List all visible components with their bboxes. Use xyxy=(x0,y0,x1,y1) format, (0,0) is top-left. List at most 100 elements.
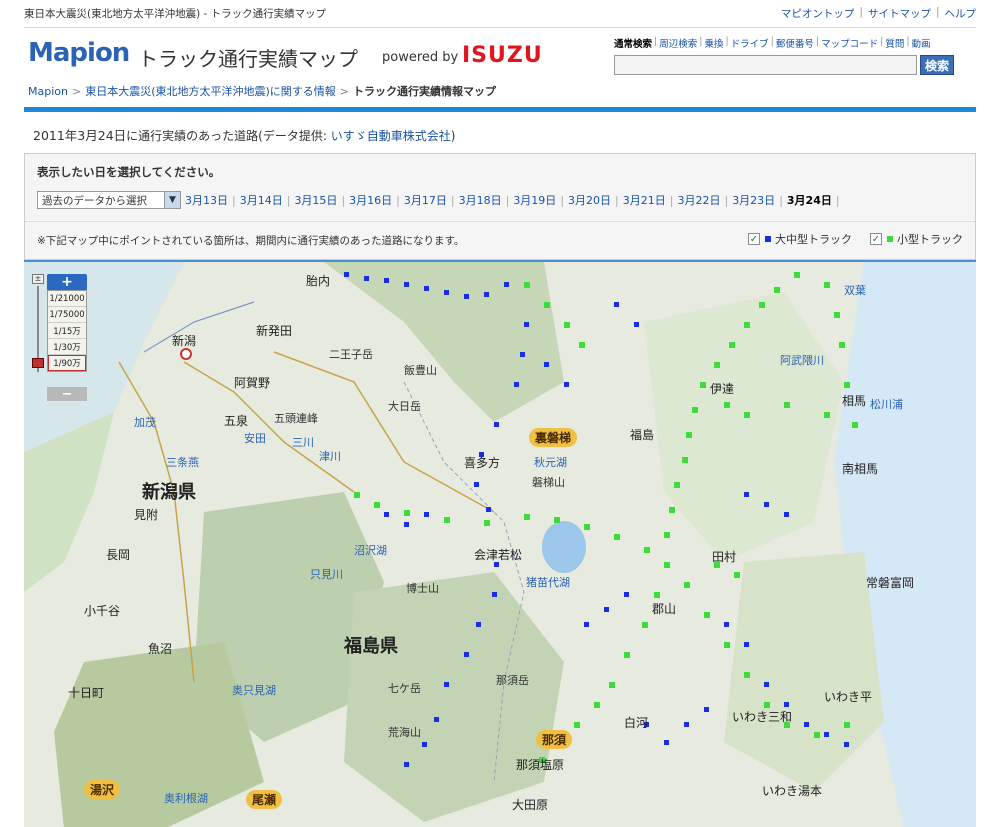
map-badge-oze[interactable]: 尾瀬 xyxy=(246,790,283,809)
map-badge-urabandai[interactable]: 裏磐梯 xyxy=(529,428,578,447)
map-label-minamisoma: 南相馬 xyxy=(842,462,879,476)
date-link-0316[interactable]: 3月16日 xyxy=(349,192,392,208)
breadcrumb-mapion[interactable]: Mapion xyxy=(28,85,68,98)
map-label-shirakawa: 白河 xyxy=(624,716,649,730)
date-heading: 2011年3月24日に通行実績のあった道路(データ提供: いすゞ自動車株式会社) xyxy=(33,128,456,143)
large-truck-checkbox[interactable]: ✓ xyxy=(748,233,760,245)
tab-transfer[interactable]: 乗換 xyxy=(704,36,723,50)
search-input[interactable] xyxy=(614,55,917,75)
legend-small-truck[interactable]: ✓ 小型トラック xyxy=(870,231,963,247)
header: Mapion トラック通行実績マップ powered by ISUZU 通常検索… xyxy=(24,30,976,82)
tab-question[interactable]: 質問 xyxy=(885,36,904,50)
link-sitemap[interactable]: サイトマップ xyxy=(868,6,931,21)
date-link-0322[interactable]: 3月22日 xyxy=(677,192,720,208)
map-label-sanjo: 三条燕 xyxy=(166,456,199,469)
breadcrumb-current: トラック通行実績情報マップ xyxy=(353,85,497,98)
map-label-niojidake: 二王子岳 xyxy=(329,348,373,361)
map-label-gozu: 五頭連峰 xyxy=(274,412,318,425)
tab-video[interactable]: 動画 xyxy=(912,36,931,50)
date-link-0323[interactable]: 3月23日 xyxy=(732,192,775,208)
zoom-slider-handle[interactable] xyxy=(32,358,44,368)
zoom-level-90man[interactable]: 1/90万 xyxy=(48,355,86,371)
zoom-level-30man[interactable]: 1/30万 xyxy=(48,339,86,355)
map-label-aizu: 会津若松 xyxy=(474,548,523,562)
date-link-0313[interactable]: 3月13日 xyxy=(185,192,228,208)
breadcrumb-arrow-icon: > xyxy=(71,84,82,98)
map-note: ※下記マップ中にポイントされている箇所は、期間内に通行実績のあった道路になります… xyxy=(37,235,465,247)
tab-nearby-search[interactable]: 周辺検索 xyxy=(659,36,697,50)
map-label-gosen: 五泉 xyxy=(224,414,249,428)
map-label-iwaki-yotsukura: いわき平 xyxy=(824,690,873,704)
map-label-hakase: 博士山 xyxy=(406,582,439,595)
map-canvas[interactable]: ± + 1/21000 1/75000 1/15万 1/30万 1/90万 − … xyxy=(24,260,976,827)
map-label-tamura: 田村 xyxy=(712,550,737,564)
map-label-iwaki-yumoto: いわき湯本 xyxy=(762,784,823,798)
date-link-0317[interactable]: 3月17日 xyxy=(404,192,447,208)
date-current-0324: 3月24日 xyxy=(786,194,832,207)
map-label-joban-tomioka: 常磐富岡 xyxy=(866,576,915,590)
tab-postal-code[interactable]: 郵便番号 xyxy=(776,36,814,50)
link-mapion-top[interactable]: マピオントップ xyxy=(781,6,855,21)
map-label-nagaoka: 長岡 xyxy=(106,548,131,562)
date-link-0319[interactable]: 3月19日 xyxy=(513,192,556,208)
past-data-select[interactable]: 過去のデータから選択 ▼ xyxy=(37,191,181,209)
map-label-mitsuke: 見附 xyxy=(134,508,159,522)
map-label-soma: 相馬 xyxy=(842,394,867,408)
zoom-slider-top[interactable]: ± xyxy=(32,274,44,284)
tab-drive[interactable]: ドライブ xyxy=(731,36,769,50)
small-truck-checkbox[interactable]: ✓ xyxy=(870,233,882,245)
map-title: トラック通行実績マップ xyxy=(138,47,358,71)
provider-link[interactable]: いすゞ自動車株式会社 xyxy=(331,129,451,143)
date-selector-panel: 表示したい日を選択してください。 過去のデータから選択 ▼ 3月13日 | 3月1… xyxy=(24,153,976,260)
zoom-level-15man[interactable]: 1/15万 xyxy=(48,323,86,339)
map-label-yasuda: 安田 xyxy=(244,432,266,445)
map-label-ojiya: 小千谷 xyxy=(84,604,121,618)
map-label-nasushiobara: 那須塩原 xyxy=(516,758,565,772)
map-label-tainai: 胎内 xyxy=(306,274,331,288)
breadcrumb: Mapion > 東日本大震災(東北地方太平洋沖地震)に関する情報 > トラック… xyxy=(28,83,496,99)
zoom-level-21000[interactable]: 1/21000 xyxy=(48,291,86,307)
green-square-icon xyxy=(887,236,893,242)
map-label-kitakata: 喜多方 xyxy=(464,456,501,470)
map-label-nasudake: 那須岳 xyxy=(496,674,529,687)
map-label-shichigatake: 七ケ岳 xyxy=(388,682,421,695)
map-label-akimoto: 秋元湖 xyxy=(534,456,567,469)
mapion-logo[interactable]: Mapion xyxy=(28,38,130,68)
map-label-ohiyama: 大日岳 xyxy=(388,400,421,413)
search-tabs: 通常検索 | 周辺検索 | 乗換 | ドライブ | 郵便番号 | マップコード … xyxy=(614,36,931,50)
date-link-0318[interactable]: 3月18日 xyxy=(459,192,502,208)
map-label-uonuma: 魚沼 xyxy=(148,642,173,656)
zoom-slider[interactable]: ± xyxy=(32,274,44,374)
map-badge-nasu[interactable]: 那須 xyxy=(536,730,573,749)
zoom-control: ± + 1/21000 1/75000 1/15万 1/30万 1/90万 − xyxy=(32,274,94,402)
date-row: 過去のデータから選択 ▼ 3月13日 | 3月14日 | 3月15日 | 3月16日 |… xyxy=(37,191,840,209)
date-link-0315[interactable]: 3月15日 xyxy=(294,192,337,208)
breadcrumb-earthquake-info[interactable]: 東日本大震災(東北地方太平洋沖地震)に関する情報 xyxy=(85,83,336,99)
current-date: 2011年3月24日 xyxy=(33,128,127,143)
map-label-arakai: 荒海山 xyxy=(388,726,421,739)
zoom-level-75000[interactable]: 1/75000 xyxy=(48,307,86,323)
map-label-niigata: 新潟 xyxy=(172,334,197,348)
map-label-agano: 阿賀野 xyxy=(234,376,271,390)
map-label-bandai: 磐梯山 xyxy=(532,476,565,489)
map-label-iwaki-sanwa: いわき三和 xyxy=(732,710,793,724)
map-label-tokamachi: 十日町 xyxy=(68,686,105,700)
date-link-0321[interactable]: 3月21日 xyxy=(623,192,666,208)
legend: ✓ 大中型トラック ✓ 小型トラック xyxy=(730,231,963,247)
tab-mapcode[interactable]: マップコード xyxy=(821,36,878,50)
zoom-out-button[interactable]: − xyxy=(47,387,87,402)
tab-normal-search[interactable]: 通常検索 xyxy=(614,36,652,50)
map-label-okutone: 奥利根湖 xyxy=(164,792,208,805)
breadcrumb-arrow-icon: > xyxy=(339,84,350,98)
map-badge-yuzawa[interactable]: 湯沢 xyxy=(84,780,121,799)
link-help[interactable]: ヘルプ xyxy=(945,6,977,21)
search-button[interactable]: 検索 xyxy=(920,55,954,75)
date-link-0314[interactable]: 3月14日 xyxy=(240,192,283,208)
header-divider xyxy=(24,107,976,112)
map-label-fukushima: 福島 xyxy=(630,428,655,442)
map-label-abukuma: 阿武隈川 xyxy=(780,354,824,367)
zoom-in-button[interactable]: + xyxy=(47,274,87,290)
date-link-0320[interactable]: 3月20日 xyxy=(568,192,611,208)
legend-large-truck[interactable]: ✓ 大中型トラック xyxy=(748,231,852,247)
map-label-mikawa: 三川 xyxy=(292,436,314,449)
